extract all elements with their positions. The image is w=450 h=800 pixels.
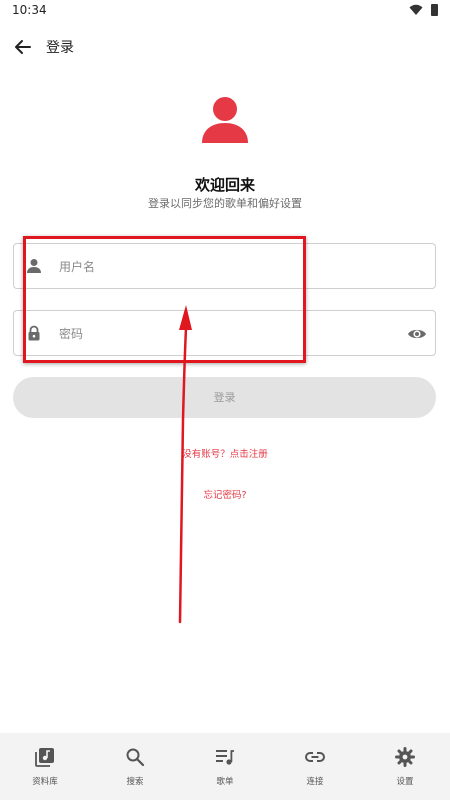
nav-item-playlist[interactable]: 歌单 bbox=[180, 733, 270, 800]
register-link[interactable]: 没有账号？点击注册 bbox=[0, 446, 450, 460]
nav-item-settings[interactable]: 设置 bbox=[360, 733, 450, 800]
wifi-icon bbox=[409, 4, 423, 15]
nav-label-connect: 连接 bbox=[306, 777, 324, 787]
library-music-icon bbox=[35, 748, 54, 767]
user-avatar-icon bbox=[202, 97, 248, 143]
login-button[interactable]: 登录 bbox=[13, 377, 436, 418]
status-icons bbox=[409, 4, 438, 16]
bottom-navigation: 资料库 搜索 歌单 连接 设置 bbox=[0, 733, 450, 800]
playlist-icon bbox=[216, 750, 234, 765]
settings-gear-icon bbox=[395, 747, 415, 767]
nav-item-library[interactable]: 资料库 bbox=[0, 733, 90, 800]
search-icon bbox=[126, 748, 145, 767]
status-bar: 10:34 bbox=[0, 0, 450, 22]
nav-label-playlist: 歌单 bbox=[216, 777, 234, 787]
app-bar: 登录 bbox=[0, 28, 450, 68]
nav-item-search[interactable]: 搜索 bbox=[90, 733, 180, 800]
back-arrow-icon[interactable] bbox=[14, 38, 32, 56]
welcome-subtitle: 登录以同步您的歌单和偏好设置 bbox=[148, 197, 302, 210]
nav-item-connect[interactable]: 连接 bbox=[270, 733, 360, 800]
nav-label-library: 资料库 bbox=[32, 777, 58, 787]
nav-label-search: 搜索 bbox=[126, 777, 144, 787]
battery-icon bbox=[431, 4, 438, 16]
status-time: 10:34 bbox=[12, 3, 47, 17]
nav-label-settings: 设置 bbox=[396, 777, 414, 787]
annotation-highlight-box bbox=[23, 236, 306, 363]
page-title: 登录 bbox=[46, 40, 74, 56]
forgot-password-link[interactable]: 忘记密码? bbox=[0, 487, 450, 501]
eye-visibility-icon[interactable] bbox=[407, 324, 427, 344]
link-icon bbox=[305, 752, 325, 762]
welcome-title: 欢迎回来 bbox=[194, 176, 255, 194]
login-screen: 10:34 登录 欢迎回来 登录以同步您的歌单和偏好设置 用户名 登录 没有账号… bbox=[0, 0, 450, 800]
